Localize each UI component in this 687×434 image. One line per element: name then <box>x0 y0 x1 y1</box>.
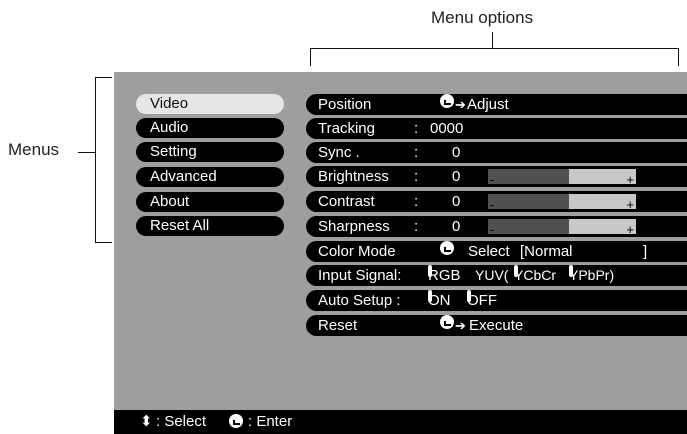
option-brightness[interactable]: Brightness : 0 - + <box>306 166 687 187</box>
option-auto-setup[interactable]: Auto Setup : ON OFF <box>306 290 687 311</box>
projector-menu-screen: Video Audio Setting Advanced About Reset… <box>114 72 687 434</box>
option-label: Sharpness <box>318 218 390 235</box>
option-value: 0000 <box>430 120 464 137</box>
option-value: 0 <box>452 144 461 161</box>
option-contrast[interactable]: Contrast : 0 - + <box>306 191 687 212</box>
option-value: 0 <box>452 193 461 210</box>
option-action: Select <box>468 243 510 260</box>
arrow-right-icon: ➔ <box>455 97 466 112</box>
slider-minus: - <box>490 197 495 212</box>
option-separator: : <box>414 144 419 161</box>
menu-item-setting[interactable]: Setting <box>136 142 284 162</box>
updown-arrow-icon: ⬍ <box>140 413 153 430</box>
option-action: Adjust <box>467 96 509 113</box>
status-bar: ⬍ : Select : Enter <box>114 410 687 434</box>
slider-fill <box>488 219 570 234</box>
option-label: Brightness <box>318 168 389 185</box>
slider-plus: + <box>626 172 634 187</box>
slider-minus: - <box>490 172 495 187</box>
contrast-slider[interactable]: - + <box>488 194 636 212</box>
callout-line <box>95 242 112 243</box>
option-sharpness[interactable]: Sharpness : 0 - + <box>306 216 687 237</box>
callout-line <box>95 77 112 78</box>
brightness-slider[interactable]: - + <box>488 169 636 187</box>
menu-item-about[interactable]: About <box>136 192 284 212</box>
option-label: Reset <box>318 317 358 334</box>
option-input-signal[interactable]: Input Signal: RGB YUV( YCbCr YPbPr) <box>306 265 687 286</box>
menu-item-audio[interactable]: Audio <box>136 118 284 138</box>
radio-label: YUV( <box>475 267 509 283</box>
option-separator: : <box>414 193 419 210</box>
slider-fill <box>488 169 570 184</box>
radio-label: OFF <box>467 292 497 309</box>
option-label: Position <box>318 96 372 113</box>
slider-plus: + <box>626 197 634 212</box>
option-label: Tracking <box>318 120 375 137</box>
radio-label: YCbCr <box>514 267 557 283</box>
status-select-text: : Select <box>156 413 207 430</box>
slider-plus: + <box>626 222 634 237</box>
menu-item-advanced[interactable]: Advanced <box>136 167 284 187</box>
callout-line <box>310 48 679 49</box>
radio-label: YPbPr) <box>569 267 615 283</box>
menu-options-callout: Menu options <box>431 8 534 27</box>
option-label: Color Mode <box>318 243 396 260</box>
color-mode-value: [Normal <box>520 243 573 260</box>
option-label: Sync . <box>318 144 360 161</box>
option-separator: : <box>414 218 419 235</box>
callout-line <box>310 48 311 66</box>
radio-label: RGB <box>428 267 461 284</box>
slider-fill <box>488 194 570 209</box>
option-action: Execute <box>469 317 524 334</box>
option-value: 0 <box>452 218 461 235</box>
option-value: 0 <box>452 168 461 185</box>
option-reset[interactable]: Reset ➔ Execute <box>306 315 687 336</box>
callout-line <box>78 152 95 153</box>
callout-line <box>95 77 96 243</box>
option-separator: : <box>414 168 419 185</box>
option-sync[interactable]: Sync . : 0 <box>306 142 687 163</box>
option-color-mode[interactable]: Color Mode Select [Normal ] <box>306 241 687 262</box>
option-position[interactable]: Position ➔ Adjust <box>306 94 687 115</box>
menu-item-video[interactable]: Video <box>136 94 284 114</box>
bracket-close: ] <box>643 243 648 260</box>
arrow-right-icon: ➔ <box>455 318 466 333</box>
callout-line <box>678 48 679 66</box>
menu-item-reset-all[interactable]: Reset All <box>136 216 284 236</box>
menus-callout: Menus <box>8 140 60 159</box>
sharpness-slider[interactable]: - + <box>488 219 636 237</box>
option-tracking[interactable]: Tracking : 0000 <box>306 118 687 139</box>
radio-label: ON <box>428 292 451 309</box>
option-separator: : <box>414 120 419 137</box>
option-label: Input Signal: <box>318 267 402 284</box>
option-label: Auto Setup : <box>318 292 401 309</box>
enter-icon <box>229 410 243 434</box>
option-label: Contrast <box>318 193 375 210</box>
status-enter-text: : Enter <box>248 413 293 430</box>
slider-minus: - <box>490 222 495 237</box>
callout-line <box>492 32 493 48</box>
